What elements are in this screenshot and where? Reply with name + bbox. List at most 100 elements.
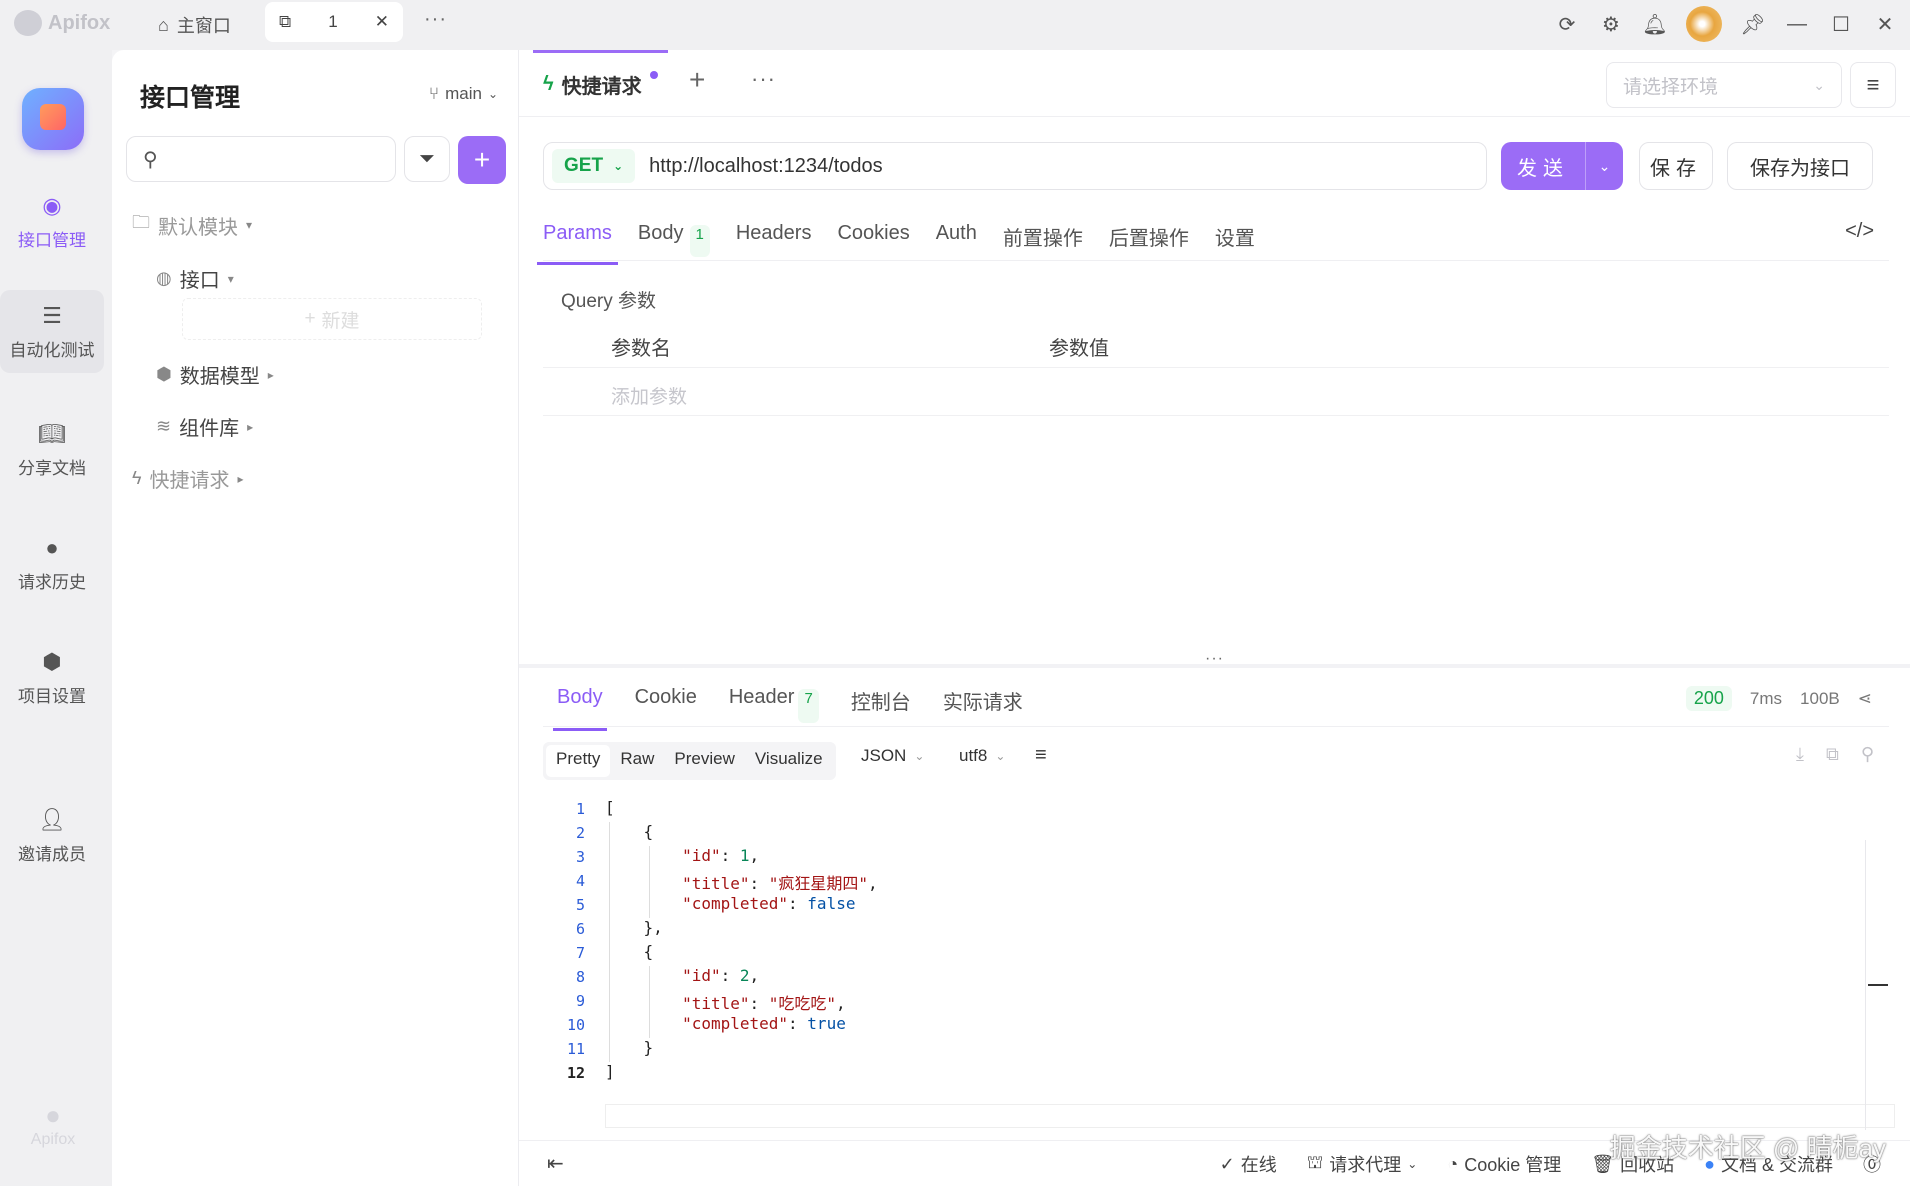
tree-item-default-module[interactable]: 🗀 默认模块 ▾ — [132, 210, 252, 240]
tree-item-quick-request[interactable]: ϟ 快捷请求 ▸ — [132, 464, 244, 493]
tab-home[interactable]: ⌂ 主窗口 — [150, 8, 239, 42]
tab-more-button[interactable]: ··· — [751, 66, 776, 92]
bell-icon[interactable]: 🔔︎ — [1642, 11, 1668, 37]
filter-button[interactable]: ⏷ — [404, 136, 450, 182]
save-button[interactable]: 保存 — [1639, 142, 1713, 190]
menu-button[interactable]: ≡ — [1850, 62, 1896, 108]
code-tools: ⤓ ⧉ ⚲ — [1796, 744, 1874, 765]
resp-tab-console[interactable]: 控制台 — [851, 686, 911, 731]
chevron-down-icon: ⌄ — [1407, 1157, 1418, 1171]
resp-tab-header[interactable]: Header 7 — [729, 686, 819, 731]
add-button[interactable]: + — [458, 136, 506, 184]
url-input[interactable]: http://localhost:1234/todos — [649, 155, 883, 178]
save-as-api-button[interactable]: 保存为接口 — [1727, 142, 1873, 190]
gear-icon[interactable]: ⚙ — [1598, 11, 1624, 37]
scrollbar[interactable] — [1865, 840, 1866, 1130]
resp-tab-cookie[interactable]: Cookie — [635, 686, 697, 731]
json-value: "疯狂星期四" — [768, 874, 869, 893]
new-item-button[interactable]: + 新建 — [182, 298, 482, 340]
pin-icon[interactable]: 📌︎ — [1740, 11, 1766, 37]
collapse-sidebar-icon[interactable]: ⇤ — [547, 1151, 564, 1176]
cookie-manager-button[interactable]: ◔ Cookie 管理 — [1447, 1151, 1561, 1177]
tab-label: 快捷请求 — [561, 76, 642, 98]
close-icon[interactable]: ✕ — [375, 12, 389, 32]
chevron-down-icon[interactable]: ⌄ — [1585, 142, 1623, 190]
line-number: 1 — [575, 800, 585, 818]
add-param-placeholder[interactable]: 添加参数 — [611, 382, 687, 409]
tree-item-models[interactable]: ⬢ 数据模型 ▸ — [156, 360, 274, 389]
tab-settings[interactable]: 设置 — [1215, 222, 1255, 265]
download-icon[interactable]: ⤓ — [1796, 744, 1804, 765]
method-select[interactable]: GET ⌄ — [552, 149, 636, 183]
col-param-value: 参数值 — [1049, 338, 1109, 360]
view-preview[interactable]: Preview — [664, 745, 744, 777]
view-pretty[interactable]: Pretty — [546, 745, 611, 777]
proxy-button[interactable]: ⛫ 请求代理 ⌄ — [1307, 1151, 1418, 1177]
new-tab-button[interactable]: + — [689, 64, 705, 96]
response-size: 100B — [1800, 688, 1840, 708]
json-key: "id" — [682, 846, 721, 865]
online-status[interactable]: ✓ 在线 — [1220, 1151, 1277, 1177]
resp-tab-actual-request[interactable]: 实际请求 — [943, 686, 1023, 731]
chevron-down-icon: ⌄ — [487, 87, 498, 101]
tab-pre-ops[interactable]: 前置操作 — [1003, 222, 1083, 265]
format-select[interactable]: JSON ⌄ — [861, 746, 924, 766]
tree-item-components[interactable]: ≋ 组件库 ▸ — [156, 412, 253, 441]
window-close-icon[interactable]: ✕ — [1872, 11, 1898, 37]
url-bar[interactable]: GET ⌄ http://localhost:1234/todos — [543, 142, 1487, 190]
rail-item-api[interactable]: ◉ 接口管理 — [0, 180, 104, 263]
word-wrap-icon[interactable]: ≡ — [1035, 744, 1047, 767]
maximize-icon[interactable]: ☐ — [1828, 11, 1854, 37]
view-visualize[interactable]: Visualize — [745, 745, 833, 777]
json-key: "id" — [682, 966, 721, 985]
branch-selector[interactable]: ⑂ main ⌄ — [429, 84, 498, 104]
rail-item-invite[interactable]: 👤︎ 邀请成员 — [0, 794, 104, 877]
tab-params[interactable]: Params — [537, 222, 618, 265]
search-icon[interactable]: ⚲ — [1861, 744, 1874, 765]
book-icon: 📖︎ — [38, 421, 66, 446]
folder-icon: 🗀 — [132, 212, 150, 232]
send-button[interactable]: 发送 ⌄ — [1501, 142, 1623, 190]
search-input[interactable]: ⚲ — [126, 136, 396, 182]
more-tabs-button[interactable]: ··· — [424, 8, 447, 31]
response-editor[interactable]: 1 2 3 4 5 6 7 8 9 10 11 12 [ { "id": 1, … — [543, 782, 1889, 1132]
chevron-down-icon: ⌄ — [995, 749, 1006, 763]
request-tabs: Params Body 1 Headers Cookies Auth 前置操作 后… — [537, 222, 1255, 265]
external-link-icon: ⧉ — [279, 12, 292, 31]
tree-label: 数据模型 — [179, 366, 260, 388]
environment-select[interactable]: 请选择环境 ⌄ — [1606, 62, 1842, 108]
copy-icon[interactable]: ⧉ — [1826, 744, 1839, 765]
caret-right-icon: ▸ — [267, 367, 274, 382]
rail-item-automation[interactable]: ☰ 自动化测试 — [0, 290, 104, 373]
tree-item-api[interactable]: ◍ 接口 ▾ — [156, 264, 234, 293]
tab-body[interactable]: Body 1 — [638, 222, 710, 265]
add-param-row[interactable]: 添加参数 — [543, 368, 1889, 416]
rail-item-history[interactable]: ● 请求历史 — [0, 522, 104, 605]
rail-item-settings[interactable]: ⬢ 项目设置 — [0, 636, 104, 719]
share-icon[interactable]: ⋖ — [1858, 689, 1872, 709]
tab-workspace[interactable]: ⧉ 1 ✕ — [265, 2, 403, 42]
encoding-select[interactable]: utf8 ⌄ — [959, 746, 1005, 766]
json-key: "title" — [682, 994, 750, 1013]
code-icon[interactable]: </> — [1845, 220, 1874, 243]
drag-handle-icon[interactable]: ··· — [1205, 650, 1224, 668]
tab-cookies[interactable]: Cookies — [837, 222, 909, 265]
code-line: "id": 2, — [682, 966, 760, 985]
minimize-icon[interactable]: — — [1784, 11, 1810, 37]
tab-quick-request[interactable]: ϟ 快捷请求 — [533, 50, 668, 116]
cookie-label: Cookie 管理 — [1464, 1155, 1562, 1175]
tab-headers[interactable]: Headers — [736, 222, 812, 265]
avatar[interactable] — [1686, 6, 1722, 42]
view-raw[interactable]: Raw — [610, 745, 664, 777]
rail-label: 接口管理 — [18, 231, 86, 250]
plus-icon: + — [473, 144, 491, 175]
tab-post-ops[interactable]: 后置操作 — [1109, 222, 1189, 265]
rail-item-docs[interactable]: 📖︎ 分享文档 — [0, 408, 104, 491]
window-controls: ⟳ ⚙ 🔔︎ 📌︎ — ☐ ✕ — [1554, 6, 1898, 42]
project-logo-icon[interactable] — [22, 88, 84, 150]
resp-tab-body[interactable]: Body — [553, 686, 607, 731]
refresh-icon[interactable]: ⟳ — [1554, 11, 1580, 37]
tab-auth[interactable]: Auth — [936, 222, 977, 265]
sidebar-title: 接口管理 — [140, 84, 241, 112]
plus-icon: + — [304, 308, 316, 329]
